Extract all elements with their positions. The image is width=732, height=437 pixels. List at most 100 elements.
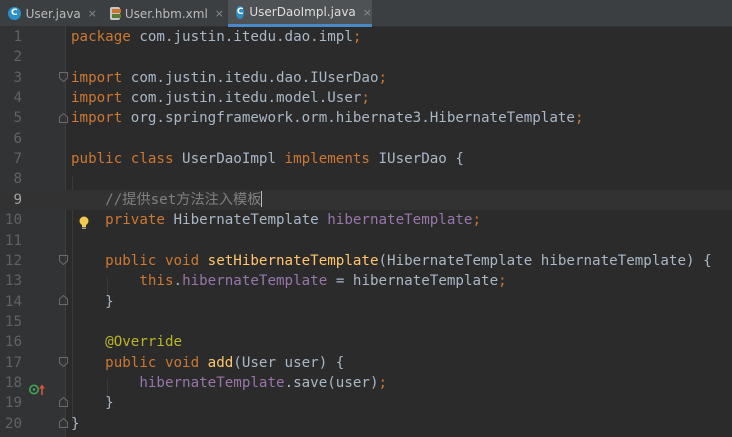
code-line[interactable]: 20} — [0, 414, 732, 434]
tab-userdaoimpl-java[interactable]: C UserDaoImpl.java × — [228, 0, 372, 27]
code-line[interactable]: 16 @Override — [0, 332, 732, 352]
code-token: .save(user) — [284, 374, 379, 391]
code-editor[interactable]: 1 package com.justin.itedu.dao.impl; 2 3 imp… — [0, 27, 732, 437]
code-token: ; — [574, 110, 584, 127]
code-token: public void — [105, 354, 208, 371]
code-token: org.springframework.orm.hibernate3.Hiber… — [130, 110, 575, 127]
fold-open-icon[interactable] — [59, 72, 68, 82]
tab-label: User.java — [25, 6, 81, 21]
code-text[interactable]: public void setHibernateTemplate(Hiberna… — [71, 251, 712, 271]
code-token: add — [207, 354, 234, 371]
code-line[interactable]: 11 — [0, 231, 732, 251]
line-number: 4 — [13, 90, 22, 107]
fold-open-icon[interactable] — [59, 255, 68, 265]
code-text[interactable]: private HibernateTemplate hibernateTempl… — [71, 210, 481, 230]
tab-user-java[interactable]: C User.java × — [0, 0, 97, 27]
code-text[interactable]: this.hibernateTemplate = hibernateTempla… — [71, 271, 506, 291]
code-text[interactable]: public class UserDaoImpl implements IUse… — [71, 149, 464, 169]
xml-file-icon — [110, 7, 121, 20]
code-line[interactable]: 2 — [0, 47, 732, 67]
code-token: com.justin.itedu.dao.impl — [139, 29, 353, 45]
code-line[interactable]: 8 — [0, 169, 732, 189]
code-line[interactable]: 12 public void setHibernateTemplate(Hibe… — [0, 251, 732, 271]
tab-label: UserDaoImpl.java — [249, 5, 356, 19]
code-text[interactable]: import com.justin.itedu.dao.IUserDao; — [71, 68, 387, 88]
lightbulb-icon[interactable] — [78, 215, 90, 229]
line-number: 2 — [13, 49, 22, 66]
override-marker-icon[interactable] — [29, 381, 47, 395]
code-line[interactable]: 19 } — [0, 393, 732, 413]
close-icon[interactable]: × — [215, 7, 224, 20]
line-number: 18 — [4, 374, 22, 391]
code-line[interactable]: 6 — [0, 129, 732, 149]
code-token: (HibernateTemplate hibernateTemplate) { — [378, 252, 712, 269]
code-token: ; — [378, 374, 388, 391]
tab-user-hbm-xml[interactable]: User.hbm.xml × — [102, 0, 224, 27]
code-token: setHibernateTemplate — [207, 252, 379, 269]
code-text[interactable]: import org.springframework.orm.hibernate… — [71, 108, 584, 128]
code-line[interactable]: 4 import com.justin.itedu.model.User; — [0, 88, 732, 108]
code-token: (User user) { — [233, 354, 345, 371]
code-token: ; — [352, 29, 362, 45]
code-text[interactable]: public void add(User user) { — [71, 353, 344, 373]
code-line[interactable]: 14 } — [0, 292, 732, 312]
tab-label: User.hbm.xml — [124, 6, 208, 21]
code-text[interactable]: //提供set方法注入模板 — [71, 190, 263, 210]
line-number: 15 — [4, 313, 22, 330]
text-caret — [261, 190, 263, 207]
code-text[interactable]: package com.justin.itedu.dao.impl; — [71, 27, 361, 47]
close-icon[interactable]: × — [363, 6, 372, 19]
line-number: 6 — [13, 130, 22, 147]
code-line[interactable]: 18 hibernateTemplate.save(user); — [0, 373, 732, 393]
code-line[interactable]: 9 //提供set方法注入模板 — [0, 189, 732, 210]
code-line[interactable]: 5 import org.springframework.orm.hibernat… — [0, 108, 732, 128]
line-number: 17 — [4, 354, 22, 371]
code-token: } — [71, 395, 114, 412]
code-line[interactable]: 10 private HibernateTemplate hibernateTe… — [0, 210, 732, 230]
fold-close-icon[interactable] — [59, 113, 68, 123]
code-token: hibernateTemplate — [327, 212, 473, 229]
code-token: public void — [105, 252, 208, 269]
fold-open-icon[interactable] — [59, 357, 68, 367]
line-number: 5 — [13, 110, 22, 127]
code-line[interactable]: 7 public class UserDaoImpl implements IUs… — [0, 149, 732, 169]
code-token: . — [173, 273, 183, 290]
java-class-icon: C — [236, 5, 245, 19]
fold-close-icon[interactable] — [59, 295, 68, 305]
close-icon[interactable]: × — [88, 7, 97, 20]
code-text[interactable]: import com.justin.itedu.model.User; — [71, 88, 370, 108]
code-token: com.justin.itedu.model.User — [130, 90, 362, 107]
java-class-icon: C — [8, 7, 21, 20]
line-number: 20 — [4, 415, 22, 432]
fold-close-icon[interactable] — [59, 397, 68, 407]
editor-tab-bar: C User.java × User.hbm.xml × C UserDaoIm… — [0, 0, 732, 27]
code-text[interactable]: @Override — [71, 332, 182, 352]
code-token: IUserDao { — [378, 151, 464, 168]
code-token: = hibernateTemplate — [327, 273, 499, 290]
code-line[interactable]: 17 public void add(User user) { — [0, 353, 732, 373]
line-number: 14 — [4, 293, 22, 310]
line-number: 3 — [13, 69, 22, 86]
code-token: ; — [378, 69, 388, 86]
line-number: 12 — [4, 252, 22, 269]
code-line[interactable]: 15 — [0, 312, 732, 332]
code-token: ; — [361, 90, 370, 107]
code-text[interactable]: hibernateTemplate.save(user); — [71, 373, 387, 393]
code-token: ; — [472, 212, 482, 229]
code-text[interactable]: } — [71, 393, 114, 413]
code-text[interactable]: } — [71, 292, 114, 312]
code-line[interactable]: 1 package com.justin.itedu.dao.impl; — [0, 27, 732, 47]
code-line[interactable]: 3 import com.justin.itedu.dao.IUserDao; — [0, 68, 732, 88]
code-token: import — [71, 90, 131, 107]
line-number: 10 — [4, 212, 22, 229]
code-token: import — [71, 69, 131, 86]
line-number: 19 — [4, 395, 22, 412]
code-line[interactable]: 13 this.hibernateTemplate = hibernateTem… — [0, 271, 732, 291]
code-token: UserDaoImpl — [182, 151, 285, 168]
fold-close-icon[interactable] — [59, 418, 68, 428]
code-text[interactable]: } — [71, 414, 80, 434]
